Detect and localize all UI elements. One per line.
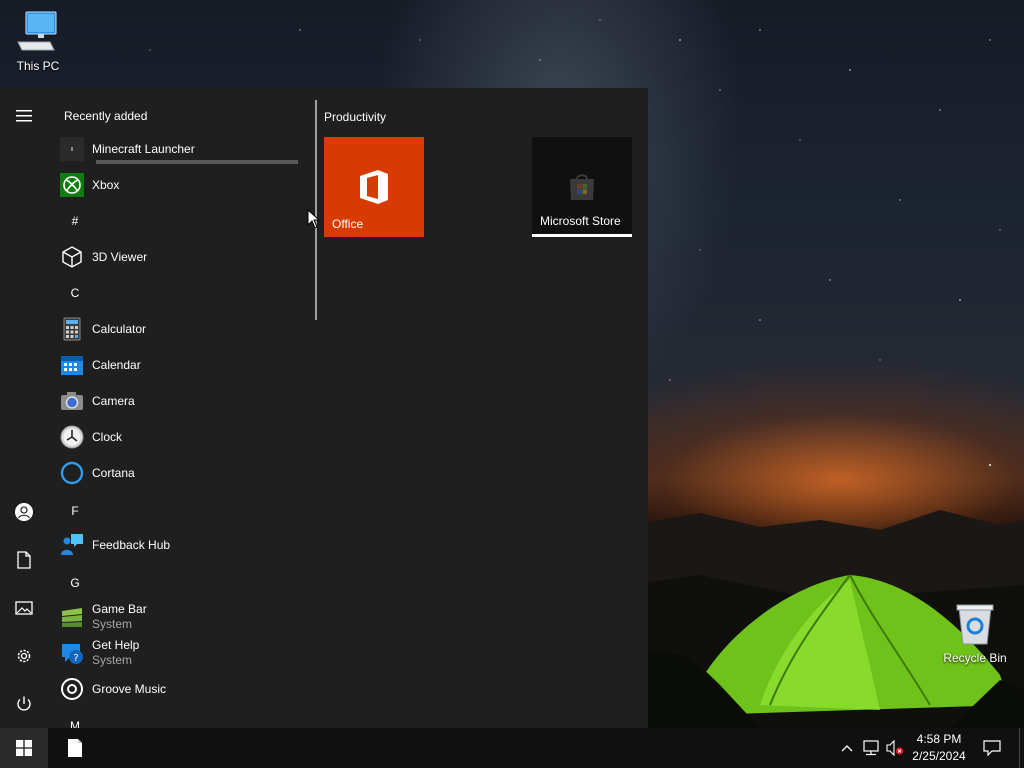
power-button[interactable] <box>0 682 48 726</box>
app-label-group: Get Help System <box>92 638 139 668</box>
tile-label: Office <box>332 217 364 231</box>
group-letter-f[interactable]: F <box>60 493 90 529</box>
mouse-cursor-icon <box>307 209 321 229</box>
account-button[interactable] <box>0 490 48 534</box>
settings-button[interactable] <box>0 634 48 678</box>
start-menu: Recently added Minecraft Launcher Xbox # <box>0 88 648 728</box>
app-sublabel: System <box>92 653 133 667</box>
taskbar: 4:58 PM 2/25/2024 <box>0 728 1024 768</box>
camera-icon <box>60 389 84 413</box>
game-bar-icon <box>60 605 84 629</box>
chevron-up-icon <box>841 745 853 752</box>
show-desktop-button[interactable] <box>1019 728 1024 768</box>
app-calculator[interactable]: Calculator <box>60 311 298 347</box>
app-label: Get Help <box>92 638 140 652</box>
desktop-icon-recycle-bin[interactable]: Recycle Bin <box>937 602 1013 665</box>
document-icon <box>17 551 31 569</box>
clock-time: 4:58 PM <box>916 732 962 746</box>
windows-logo-icon <box>16 740 32 756</box>
app-sublabel: System <box>92 617 133 631</box>
taskbar-notepad-button[interactable] <box>60 728 90 768</box>
action-center-button[interactable] <box>978 728 1006 768</box>
xbox-icon <box>60 173 84 197</box>
app-label: Cortana <box>92 465 135 480</box>
notification-icon <box>983 740 1001 756</box>
app-groove-music[interactable]: Groove Music <box>60 671 298 707</box>
app-label: Feedback Hub <box>92 537 171 552</box>
clock-icon <box>60 425 84 449</box>
feedback-hub-icon <box>60 533 84 557</box>
app-feedback-hub[interactable]: Feedback Hub <box>60 527 298 563</box>
cube-icon <box>60 245 84 269</box>
tile-microsoft-store[interactable]: Microsoft Store <box>532 137 632 237</box>
app-xbox[interactable]: Xbox <box>60 167 298 203</box>
hamburger-icon <box>16 110 32 122</box>
desktop-icon-label: This PC <box>16 59 60 73</box>
store-icon <box>570 174 594 200</box>
group-letter-c[interactable]: C <box>60 275 90 311</box>
tile-group-title[interactable]: Productivity <box>324 110 386 124</box>
clock-date: 2/25/2024 <box>912 749 966 763</box>
app-3d-viewer[interactable]: 3D Viewer <box>60 239 298 275</box>
app-label: Game Bar <box>92 602 147 616</box>
network-icon <box>863 740 879 756</box>
app-label: 3D Viewer <box>92 249 148 264</box>
desktop-icon-this-pc[interactable]: This PC <box>0 10 76 73</box>
recycle-bin-icon <box>956 604 994 645</box>
get-help-icon: ? <box>60 641 84 665</box>
group-letter-g[interactable]: G <box>60 565 90 601</box>
computer-icon <box>17 11 57 51</box>
taskbar-clock[interactable]: 4:58 PM 2/25/2024 <box>906 731 972 765</box>
tile-office[interactable]: Office <box>324 137 424 237</box>
group-letter-hash[interactable]: # <box>60 203 90 239</box>
volume-button[interactable] <box>884 728 906 768</box>
show-hidden-icons-button[interactable] <box>838 728 856 768</box>
app-label: Minecraft Launcher <box>92 141 195 156</box>
app-game-bar[interactable]: Game Bar System <box>60 599 298 635</box>
svg-text:?: ? <box>73 653 78 664</box>
app-label: Groove Music <box>92 681 167 696</box>
file-icon <box>68 739 82 757</box>
pictures-icon <box>15 601 33 615</box>
recently-added-heading: Recently added <box>64 109 148 123</box>
app-clock[interactable]: Clock <box>60 419 298 455</box>
tile-label: Microsoft Store <box>540 214 621 228</box>
start-button[interactable] <box>0 728 48 768</box>
documents-button[interactable] <box>0 538 48 582</box>
app-calendar[interactable]: Calendar <box>60 347 298 383</box>
app-label: Calculator <box>92 321 147 336</box>
app-label: Clock <box>92 429 123 444</box>
office-icon <box>360 170 388 204</box>
app-label-group: Game Bar System <box>92 602 147 632</box>
start-rail <box>0 88 48 728</box>
tiles-area: Productivity Office Microsoft Store <box>324 88 640 728</box>
calendar-icon <box>60 353 84 377</box>
power-icon <box>17 696 31 711</box>
volume-muted-icon <box>886 740 904 756</box>
user-icon <box>15 503 33 521</box>
app-get-help[interactable]: ? Get Help System <box>60 635 298 671</box>
pictures-button[interactable] <box>0 586 48 630</box>
app-camera[interactable]: Camera <box>60 383 298 419</box>
network-button[interactable] <box>860 728 882 768</box>
minecraft-icon <box>60 137 84 161</box>
groove-music-icon <box>60 677 84 701</box>
expand-menu-button[interactable] <box>0 94 48 138</box>
group-letter-m[interactable]: M <box>60 708 90 728</box>
calculator-icon <box>60 317 84 341</box>
app-label: Xbox <box>92 177 120 192</box>
app-cortana[interactable]: Cortana <box>60 455 298 491</box>
app-list: Recently added Minecraft Launcher Xbox # <box>48 88 310 728</box>
desktop-icon-label: Recycle Bin <box>943 651 1007 665</box>
install-progress-bar <box>96 160 298 164</box>
cortana-icon <box>60 461 84 485</box>
app-label: Camera <box>92 393 135 408</box>
gear-icon <box>17 649 31 663</box>
app-label: Calendar <box>92 357 141 372</box>
